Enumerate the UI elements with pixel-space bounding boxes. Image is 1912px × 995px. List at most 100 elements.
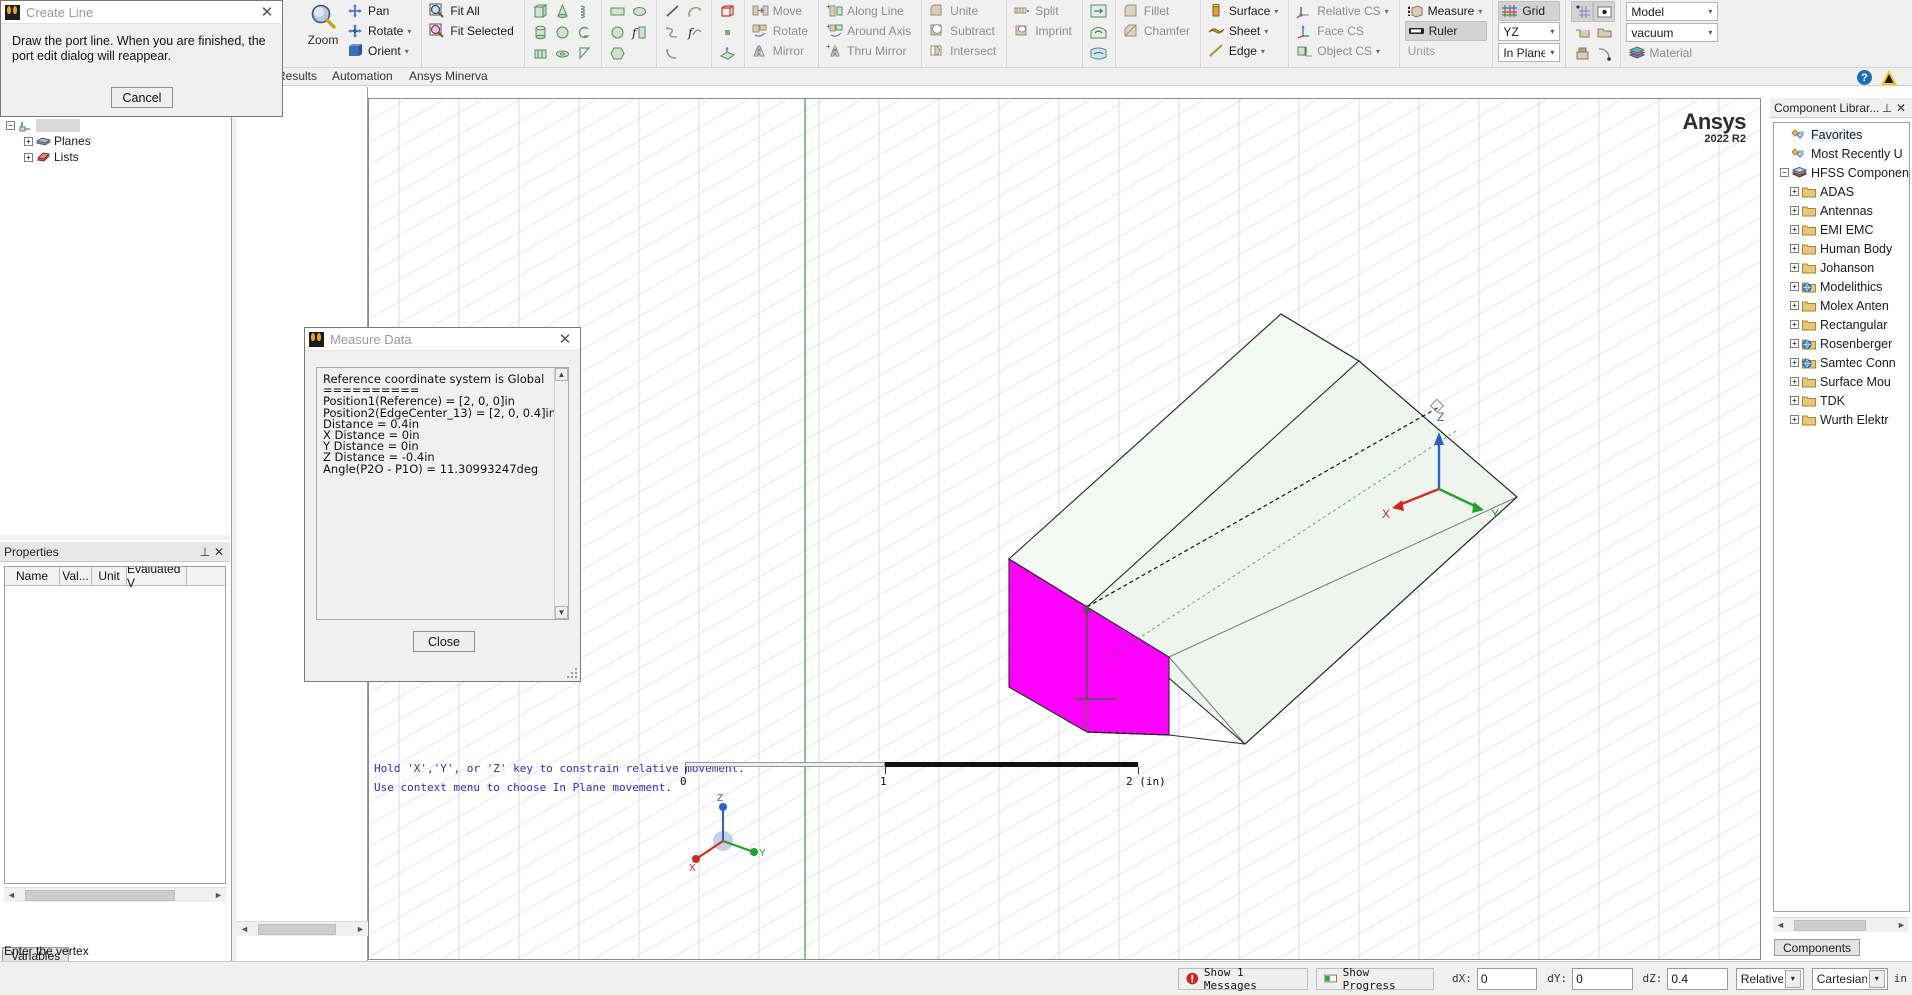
snap-vertex-icon[interactable] bbox=[1593, 1, 1616, 22]
material-button[interactable]: Material bbox=[1626, 43, 1718, 63]
pin-icon[interactable]: ⊥ bbox=[198, 545, 212, 559]
scroll-right-icon[interactable]: ► bbox=[353, 924, 368, 934]
scroll-thumb[interactable] bbox=[258, 923, 336, 935]
measure-data-title-bar[interactable]: Measure Data ✕ bbox=[305, 328, 580, 351]
material-combo[interactable]: vacuum ▾ bbox=[1626, 23, 1719, 42]
component-tree-item[interactable]: + Samtec Conn bbox=[1776, 353, 1909, 372]
create-point-icon[interactable] bbox=[717, 22, 739, 43]
surface-select-button[interactable]: Surface ▾ bbox=[1206, 1, 1283, 21]
tab-components[interactable]: Components bbox=[1774, 939, 1861, 956]
component-tree-item[interactable]: + Human Body bbox=[1776, 239, 1909, 258]
component-tree-item[interactable]: + Antennas bbox=[1776, 201, 1909, 220]
draw-regular-polygon-icon[interactable] bbox=[607, 43, 629, 64]
duplicate-along-line-button[interactable]: + Along Line bbox=[824, 1, 916, 21]
expander-icon[interactable]: + bbox=[1790, 282, 1799, 291]
fillet-button[interactable]: Fillet bbox=[1121, 1, 1195, 21]
snap-arc-center-icon[interactable] bbox=[1593, 43, 1615, 64]
coordinate-type-combo[interactable]: Cartesian ▾ bbox=[1811, 967, 1888, 990]
scroll-track[interactable] bbox=[1788, 918, 1894, 932]
relative-mode-combo[interactable]: Relative ▾ bbox=[1735, 967, 1804, 990]
draw-cone-icon[interactable] bbox=[552, 1, 574, 22]
component-library-hscrollbar[interactable]: ◄ ► bbox=[1773, 917, 1909, 932]
component-tree-item[interactable]: + Rectangular bbox=[1776, 315, 1909, 334]
grid-plane-combo[interactable]: YZ ▾ bbox=[1498, 22, 1561, 41]
tab-ansys-minerva[interactable]: Ansys Minerva bbox=[409, 69, 488, 83]
snap-midpoint-icon[interactable] bbox=[1571, 43, 1593, 64]
help-icon[interactable]: ? bbox=[1857, 70, 1872, 85]
draw-rectangle-icon[interactable] bbox=[607, 1, 629, 22]
close-icon[interactable]: ✕ bbox=[256, 3, 278, 21]
create-plane-icon[interactable] bbox=[717, 43, 739, 64]
column-header-name[interactable]: Name bbox=[5, 567, 60, 585]
expander-icon[interactable]: + bbox=[1790, 339, 1799, 348]
grid-button[interactable]: Grid bbox=[1498, 1, 1561, 21]
ruler-button[interactable]: Ruler bbox=[1404, 21, 1488, 41]
imprint-button[interactable]: Imprint bbox=[1012, 21, 1077, 41]
chevron-down-icon[interactable]: ▾ bbox=[1784, 969, 1801, 988]
component-library-tree[interactable]: Favorites Most Recently U − HFSS Componen + A… bbox=[1773, 122, 1910, 912]
create-line-title-bar[interactable]: Create Line ✕ bbox=[1, 1, 282, 24]
pin-icon[interactable]: ⊥ bbox=[1880, 101, 1894, 115]
draw-spiral-icon[interactable] bbox=[574, 22, 596, 43]
draw-bondwire-icon[interactable] bbox=[574, 43, 596, 64]
dx-input[interactable]: 0 bbox=[1476, 967, 1538, 990]
scroll-down-icon[interactable]: ▼ bbox=[555, 606, 568, 619]
scroll-track[interactable] bbox=[252, 922, 353, 936]
grid-mode-combo[interactable]: In Plane ▾ bbox=[1498, 43, 1561, 62]
snap-face-center-icon[interactable] bbox=[1593, 22, 1615, 43]
intersect-button[interactable]: Intersect bbox=[927, 41, 1001, 61]
expander-icon[interactable]: + bbox=[1790, 377, 1799, 386]
component-tree-item[interactable]: + Surface Mou bbox=[1776, 372, 1909, 391]
component-tree-item[interactable]: + Modelithics bbox=[1776, 277, 1909, 296]
expander-icon[interactable]: − bbox=[6, 120, 15, 130]
scroll-left-icon[interactable]: ◄ bbox=[4, 890, 19, 900]
component-tree-item[interactable]: Favorites bbox=[1776, 125, 1909, 144]
tree-item-coordinate-systems[interactable]: − bbox=[0, 117, 230, 133]
component-tree-item[interactable]: − HFSS Componen bbox=[1776, 163, 1909, 182]
draw-cylinder-icon[interactable] bbox=[530, 22, 552, 43]
measure-close-button[interactable]: Close bbox=[413, 631, 475, 652]
sweep-along-path-icon[interactable] bbox=[1088, 43, 1110, 64]
face-cs-button[interactable]: Face CS bbox=[1294, 21, 1393, 41]
scroll-right-icon[interactable]: ► bbox=[211, 890, 226, 900]
show-messages-button[interactable]: Show 1 Messages bbox=[1178, 966, 1309, 992]
component-tree-item[interactable]: + EMI EMC bbox=[1776, 220, 1909, 239]
create-line-cancel-button[interactable]: Cancel bbox=[111, 87, 173, 108]
create-line-dialog[interactable]: Create Line ✕ Draw the port line. When y… bbox=[0, 0, 283, 117]
measure-button[interactable]: Measure ▾ bbox=[1405, 1, 1488, 21]
component-tree-item[interactable]: + TDK bbox=[1776, 391, 1909, 410]
draw-helix-icon[interactable] bbox=[574, 1, 596, 22]
rotate-button[interactable]: Rotate ▾ bbox=[345, 21, 416, 41]
move-button[interactable]: Move bbox=[750, 1, 813, 21]
column-header-unit[interactable]: Unit bbox=[92, 567, 127, 585]
create-region-icon[interactable] bbox=[717, 1, 739, 22]
expander-icon[interactable]: + bbox=[1790, 187, 1799, 196]
snap-edge-center-icon[interactable] bbox=[1571, 22, 1593, 43]
measure-data-vscrollbar[interactable]: ▲ ▼ bbox=[554, 368, 568, 619]
scroll-track[interactable] bbox=[19, 888, 211, 902]
unite-button[interactable]: Unite bbox=[927, 1, 1001, 21]
expander-icon[interactable]: + bbox=[1790, 263, 1799, 272]
component-tree-item[interactable]: + Wurth Elektr bbox=[1776, 410, 1909, 429]
fit-all-button[interactable]: Fit All bbox=[427, 1, 518, 21]
model-tree-hscrollbar[interactable]: ◄ ► bbox=[237, 921, 368, 936]
close-icon[interactable]: ✕ bbox=[554, 330, 576, 348]
tree-item-planes[interactable]: + Planes bbox=[0, 133, 230, 149]
draw-ellipse-icon[interactable] bbox=[629, 1, 651, 22]
draw-sphere-icon[interactable] bbox=[552, 22, 574, 43]
split-button[interactable]: Split bbox=[1012, 1, 1077, 21]
expander-icon[interactable]: + bbox=[24, 152, 33, 162]
sweep-around-axis-icon[interactable] bbox=[1088, 22, 1110, 43]
component-tree-item[interactable]: + Johanson bbox=[1776, 258, 1909, 277]
pan-button[interactable]: Pan bbox=[345, 1, 416, 21]
draw-equation-curve-icon[interactable]: f bbox=[684, 22, 706, 43]
draw-torus-icon[interactable] bbox=[552, 43, 574, 64]
expander-icon[interactable]: + bbox=[1790, 396, 1799, 405]
properties-hscrollbar[interactable]: ◄ ► bbox=[4, 887, 226, 902]
fit-selected-button[interactable]: Fit Selected bbox=[427, 21, 518, 41]
scroll-thumb[interactable] bbox=[1794, 919, 1866, 931]
duplicate-around-axis-button[interactable]: + Around Axis bbox=[824, 21, 916, 41]
snap-grid-icon[interactable] bbox=[1571, 1, 1594, 22]
column-header-evaluated-value[interactable]: Evaluated V bbox=[127, 567, 187, 590]
draw-line-icon[interactable] bbox=[662, 1, 684, 22]
